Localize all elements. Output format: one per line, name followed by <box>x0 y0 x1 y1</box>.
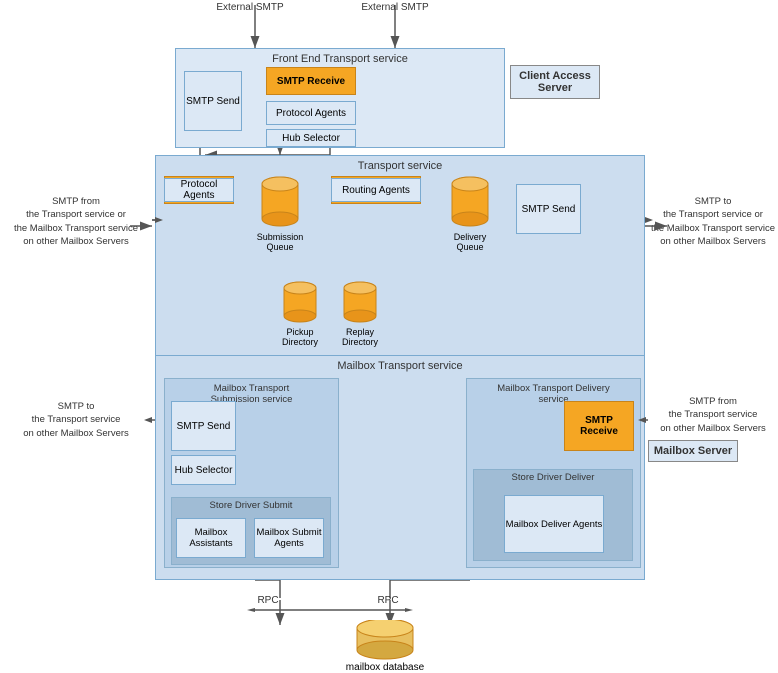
routing-agents: Routing Agents <box>331 178 421 202</box>
smtp-from-right-label: SMTP fromthe Transport serviceon other M… <box>648 395 778 435</box>
replay-dir-cylinder <box>342 281 378 326</box>
protocol-agents-mid-label: Protocol Agents <box>165 179 233 201</box>
mailbox-submit-agents: Mailbox Submit Agents <box>254 518 324 558</box>
hub-selector-bot: Hub Selector <box>171 455 236 485</box>
mailbox-submission-container: Mailbox Transport Submission service SMT… <box>164 378 339 568</box>
diagram: External SMTP External SMTP Front End Tr… <box>0 0 778 663</box>
routing-agents-label: Routing Agents <box>342 185 410 196</box>
smtp-send-mid-label: SMTP Send <box>522 204 576 215</box>
pickup-dir-cylinder <box>282 281 318 326</box>
front-end-transport-label: Front End Transport service <box>272 53 408 65</box>
smtp-from-left-arrow <box>130 220 155 232</box>
protocol-agents-top-label: Protocol Agents <box>276 108 346 119</box>
submission-queue-cylinder <box>260 176 300 231</box>
mailbox-assistants-label: Mailbox Assistants <box>177 527 245 549</box>
store-driver-submit-label: Store Driver Submit <box>210 500 293 511</box>
smtp-send-bot: SMTP Send <box>171 401 236 451</box>
hub-selector-top-label: Hub Selector <box>282 133 340 144</box>
smtp-receive-bot-label: SMTP Receive <box>565 415 633 437</box>
delivery-queue-container: Delivery Queue <box>441 176 499 252</box>
front-end-transport-container: Front End Transport service SMTP Send SM… <box>175 48 505 148</box>
pickup-dir-container: Pickup Directory <box>271 281 329 347</box>
mailbox-deliver-agents-label: Mailbox Deliver Agents <box>506 519 603 530</box>
smtp-receive-bot: SMTP Receive <box>564 401 634 451</box>
store-driver-submit-container: Store Driver Submit Mailbox Assistants M… <box>171 497 331 565</box>
mailbox-database-container: mailbox database <box>345 620 425 673</box>
smtp-to-right-arrow <box>645 220 675 232</box>
rpc-left-label: RPC <box>248 595 288 606</box>
client-access-server-label: Client Access Server <box>510 65 600 99</box>
pickup-directory-label: Pickup Directory <box>271 327 329 347</box>
delivery-queue-cylinder <box>450 176 490 231</box>
smtp-send-top-label: SMTP Send <box>186 96 240 107</box>
mailbox-transport-container: Mailbox Transport service Mailbox Transp… <box>155 355 645 580</box>
smtp-receive-top: SMTP Receive <box>266 67 356 95</box>
smtp-send-top: SMTP Send <box>184 71 242 131</box>
transport-service-label: Transport service <box>358 160 443 172</box>
protocol-agents-mid: Protocol Agents <box>164 178 234 202</box>
mailbox-delivery-container: Mailbox Transport Delivery service SMTP … <box>466 378 641 568</box>
submission-queue-label: Submission Queue <box>251 232 309 252</box>
store-driver-deliver-container: Store Driver Deliver Mailbox Deliver Age… <box>473 469 633 561</box>
submission-queue-container: Submission Queue <box>251 176 309 252</box>
rpc-right-label: RPC <box>368 595 408 606</box>
replay-dir-container: Replay Directory <box>331 281 389 347</box>
mailbox-transport-label: Mailbox Transport service <box>337 360 462 372</box>
mailbox-database-cylinder <box>355 620 415 660</box>
smtp-send-mid: SMTP Send <box>516 184 581 234</box>
mailbox-assistants: Mailbox Assistants <box>176 518 246 558</box>
delivery-queue-label: Delivery Queue <box>441 232 499 252</box>
rpc-line <box>255 608 410 612</box>
hub-selector-bot-label: Hub Selector <box>175 465 233 476</box>
transport-service-container: Transport service SMTP Receive Protocol … <box>155 155 645 370</box>
mailbox-submit-agents-label: Mailbox Submit Agents <box>255 527 323 549</box>
external-smtp-left-label: External SMTP <box>210 2 290 13</box>
mailbox-deliver-agents: Mailbox Deliver Agents <box>504 495 604 553</box>
smtp-send-bot-label: SMTP Send <box>177 421 231 432</box>
protocol-agents-top: Protocol Agents <box>266 101 356 125</box>
replay-directory-label: Replay Directory <box>331 327 389 347</box>
smtp-from-left-label: SMTP fromthe Transport service orthe Mai… <box>2 195 150 248</box>
mailbox-server-label: Mailbox Server <box>648 440 738 462</box>
smtp-to-left-label: SMTP tothe Transport serviceon other Mai… <box>2 400 150 440</box>
smtp-receive-top-label: SMTP Receive <box>277 76 345 87</box>
external-smtp-right-label: External SMTP <box>355 2 435 13</box>
mailbox-database-label: mailbox database <box>345 662 425 673</box>
store-driver-deliver-label: Store Driver Deliver <box>512 472 595 483</box>
hub-selector-top: Hub Selector <box>266 129 356 147</box>
